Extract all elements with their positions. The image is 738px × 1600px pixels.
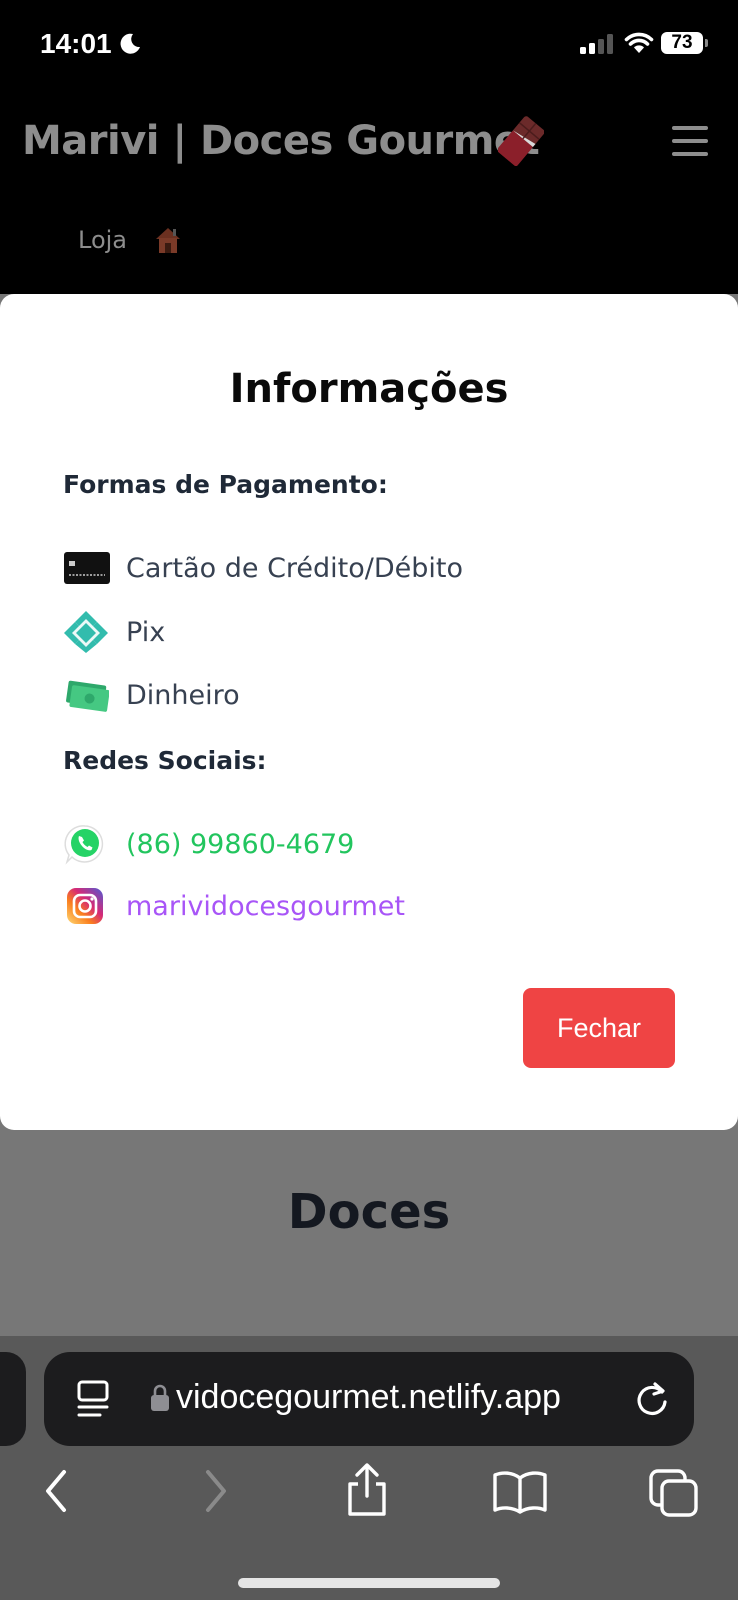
house-icon bbox=[156, 228, 180, 253]
tabs-icon[interactable] bbox=[648, 1468, 700, 1518]
payment-heading: Formas de Pagamento: bbox=[63, 470, 388, 499]
home-indicator bbox=[238, 1578, 500, 1588]
info-modal: Informações Formas de Pagamento: Cartão … bbox=[0, 294, 738, 1130]
credit-card-icon bbox=[64, 552, 110, 584]
battery-icon: 73 bbox=[661, 32, 708, 54]
address-bar[interactable]: vidocegourmet.netlify.app bbox=[44, 1352, 694, 1446]
moon-icon bbox=[120, 33, 140, 54]
wifi-icon bbox=[624, 32, 654, 53]
cash-icon bbox=[66, 680, 109, 712]
lock-icon bbox=[151, 1384, 169, 1411]
browser-toolbar: vidocegourmet.netlify.app bbox=[0, 1336, 738, 1600]
bookmarks-icon[interactable] bbox=[492, 1470, 548, 1514]
share-icon[interactable] bbox=[344, 1462, 390, 1518]
signal-icon bbox=[580, 34, 613, 54]
instagram-icon bbox=[67, 888, 103, 924]
social-item-whatsapp[interactable]: (86) 99860-4679 bbox=[63, 824, 354, 865]
social-item-instagram[interactable]: marividocesgourmet bbox=[63, 886, 405, 926]
payment-item-card: Cartão de Crédito/Débito bbox=[63, 548, 463, 588]
url-text[interactable]: vidocegourmet.netlify.app bbox=[176, 1378, 561, 1417]
forward-icon[interactable] bbox=[200, 1468, 230, 1514]
site-title[interactable]: Marivi | Doces Gourmet bbox=[22, 118, 540, 164]
close-button[interactable]: Fechar bbox=[523, 988, 675, 1068]
pix-icon bbox=[64, 611, 108, 653]
payment-item-label: Pix bbox=[126, 616, 166, 648]
site-header: Marivi | Doces Gourmet Loja bbox=[0, 88, 738, 294]
reader-mode-icon[interactable] bbox=[76, 1380, 110, 1418]
hamburger-menu-icon[interactable] bbox=[672, 126, 708, 165]
payment-item-pix: Pix bbox=[63, 611, 166, 653]
previous-tab-preview[interactable] bbox=[0, 1352, 26, 1446]
whatsapp-link[interactable]: (86) 99860-4679 bbox=[126, 829, 354, 860]
nav-item-loja[interactable]: Loja bbox=[78, 226, 127, 254]
payment-item-label: Dinheiro bbox=[126, 679, 240, 711]
payment-item-label: Cartão de Crédito/Débito bbox=[126, 552, 464, 584]
modal-title: Informações bbox=[229, 366, 509, 412]
back-icon[interactable] bbox=[42, 1468, 72, 1514]
status-bar: 14:01 73 bbox=[0, 0, 738, 88]
reload-icon[interactable] bbox=[634, 1380, 670, 1418]
whatsapp-icon bbox=[64, 825, 104, 865]
section-title-doces: Doces bbox=[287, 1184, 451, 1240]
status-time: 14:01 bbox=[40, 28, 112, 59]
social-heading: Redes Sociais: bbox=[63, 746, 267, 775]
instagram-link[interactable]: marividocesgourmet bbox=[126, 891, 405, 922]
chocolate-bar-icon bbox=[498, 116, 544, 166]
payment-item-cash: Dinheiro bbox=[63, 675, 240, 715]
